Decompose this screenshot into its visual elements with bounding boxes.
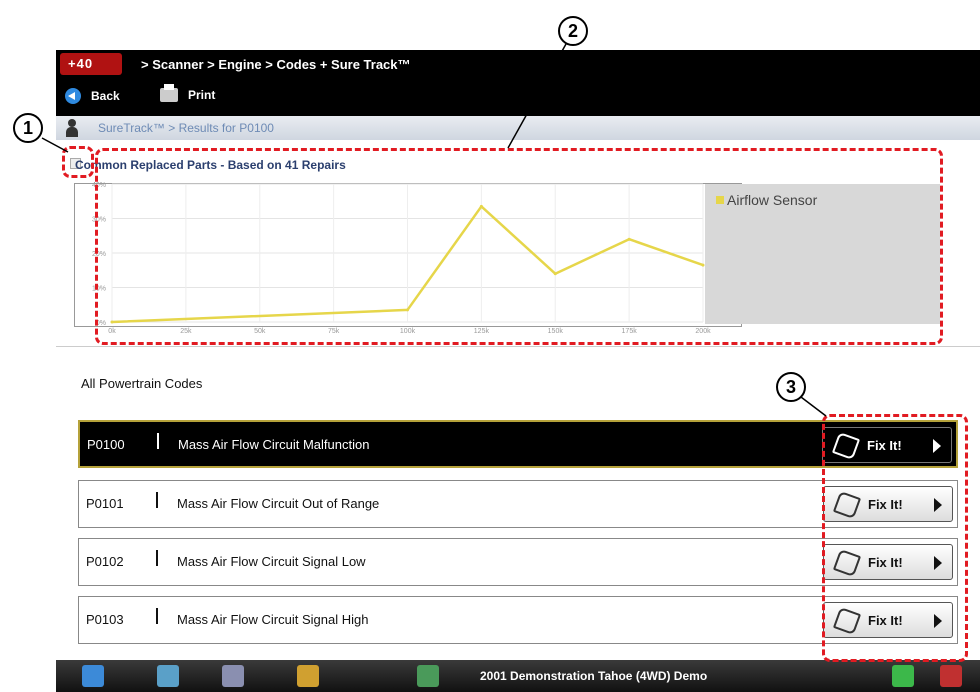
callout-2: 2	[558, 16, 588, 46]
callout-lines	[41, 43, 827, 417]
callout-3: 3	[776, 372, 806, 402]
callout-1: 1	[13, 113, 43, 143]
